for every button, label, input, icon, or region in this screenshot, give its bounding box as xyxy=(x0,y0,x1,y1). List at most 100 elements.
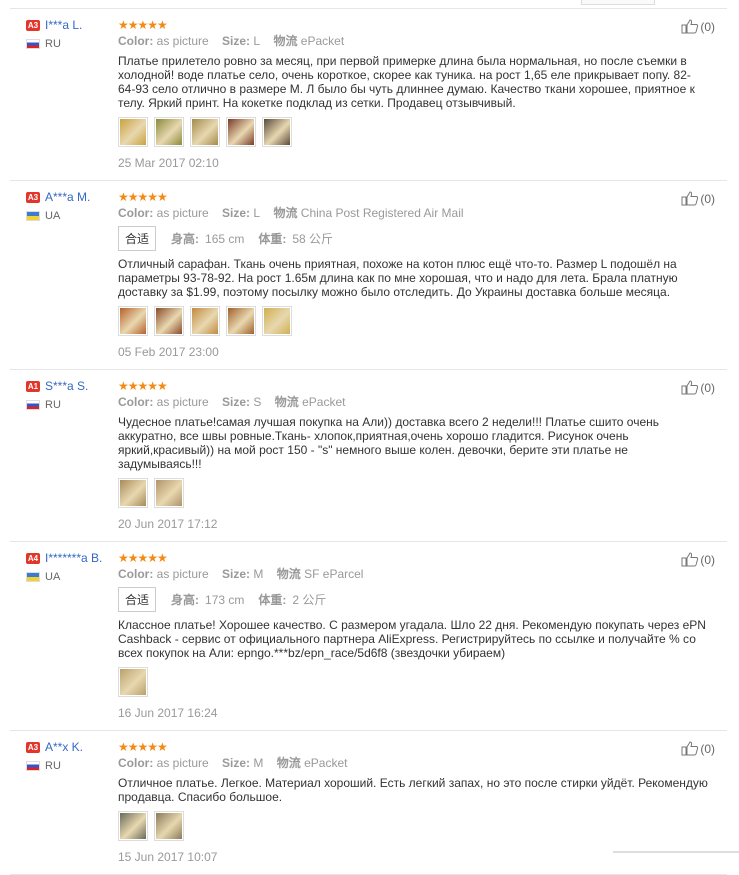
review-text: Отличное платье. Легкое. Материал хороши… xyxy=(118,776,708,804)
reviewer-name-link[interactable]: A**x K. xyxy=(45,741,83,754)
color-label: Color: xyxy=(118,206,154,220)
reviewer-info: A4 I*******a B. UA xyxy=(26,552,116,583)
review-item: A3 I***a L. RU ★★★★★ Color: as picture S… xyxy=(10,9,727,181)
color-label: Color: xyxy=(118,567,154,581)
reviewer-name-link[interactable]: I***a L. xyxy=(45,19,82,32)
review-item: A4 I*******a B. UA ★★★★★ Color: as pictu… xyxy=(10,542,727,731)
country-flag-icon xyxy=(26,572,40,582)
size-label: Size: xyxy=(222,206,251,220)
color-label: Color: xyxy=(118,395,154,409)
order-attributes: Color: as picture Size: M 物流 SF eParcel xyxy=(118,567,708,581)
height-value: 173 cm xyxy=(205,592,245,607)
size-label: Size: xyxy=(222,34,251,48)
helpful-count: (0) xyxy=(700,380,715,395)
size-value: M xyxy=(253,756,264,770)
review-photo-thumbnail[interactable] xyxy=(118,478,148,508)
reviewer-info: A3 A**x K. RU xyxy=(26,741,116,772)
shipping-method: China Post Registered Air Mail xyxy=(300,206,464,220)
country-code: UA xyxy=(45,210,61,222)
color-value: as picture xyxy=(156,395,209,409)
review-text: Отличный сарафан. Ткань очень приятная, … xyxy=(118,257,678,299)
star-rating: ★★★★★ xyxy=(118,18,168,32)
shipping-method: SF eParcel xyxy=(304,567,364,581)
helpful-button[interactable]: (0) xyxy=(681,380,715,395)
thumbs-up-icon xyxy=(681,741,699,756)
review-photo-thumbnail[interactable] xyxy=(262,117,292,147)
size-label: Size: xyxy=(222,756,251,770)
review-content: ★★★★★ Color: as picture Size: M 物流 SF eP… xyxy=(118,542,708,730)
shipping-method: ePacket xyxy=(300,34,345,48)
top-dropdown-stub[interactable] xyxy=(581,0,655,5)
fit-info: 合适 身高: 173 cm 体重: 2 公斤 xyxy=(118,587,708,612)
fit-info: 合适 身高: 165 cm 体重: 58 公斤 xyxy=(118,226,708,251)
helpful-button[interactable]: (0) xyxy=(681,191,715,206)
review-photos xyxy=(118,478,708,508)
thumbs-up-icon xyxy=(681,19,699,34)
shipping-method: ePacket xyxy=(302,395,346,409)
fit-badge: 合适 xyxy=(118,226,157,251)
review-photo-thumbnail[interactable] xyxy=(226,306,256,336)
weight-label: 体重: xyxy=(258,593,287,607)
review-date: 16 Jun 2017 16:24 xyxy=(118,706,218,720)
review-photo-thumbnail[interactable] xyxy=(154,117,184,147)
review-photo-thumbnail[interactable] xyxy=(190,306,220,336)
size-label: Size: xyxy=(222,395,251,409)
review-photo-thumbnail[interactable] xyxy=(154,811,184,841)
review-photo-thumbnail[interactable] xyxy=(154,306,184,336)
helpful-count: (0) xyxy=(700,552,715,567)
reviewer-info: A3 I***a L. RU xyxy=(26,19,116,50)
review-photos xyxy=(118,811,708,841)
star-rating: ★★★★★ xyxy=(118,190,168,204)
buyer-level-badge: A3 xyxy=(26,742,40,753)
reviewer-name-link[interactable]: S***a S. xyxy=(45,380,88,393)
color-value: as picture xyxy=(156,567,209,581)
review-content: ★★★★★ Color: as picture Size: S 物流 ePack… xyxy=(118,370,708,541)
review-text: Классное платье! Хорошее качество. С раз… xyxy=(118,618,706,660)
country-flag-icon xyxy=(26,211,40,221)
thumbs-up-icon xyxy=(681,191,699,206)
weight-value: 2 公斤 xyxy=(292,593,327,607)
buyer-level-badge: A3 xyxy=(26,20,40,31)
review-photo-thumbnail[interactable] xyxy=(118,117,148,147)
order-attributes: Color: as picture Size: M 物流 ePacket xyxy=(118,756,708,770)
review-photo-thumbnail[interactable] xyxy=(190,117,220,147)
height-value: 165 cm xyxy=(205,231,245,246)
fit-badge: 合适 xyxy=(118,587,157,612)
review-photo-thumbnail[interactable] xyxy=(154,478,184,508)
country-code: UA xyxy=(45,571,61,583)
reviewer-country: RU xyxy=(26,760,116,772)
review-item: A3 A**x K. RU ★★★★★ Color: as picture Si… xyxy=(10,731,727,875)
color-value: as picture xyxy=(156,756,209,770)
buyer-level-badge: A1 xyxy=(26,381,40,392)
buyer-level-badge: A4 xyxy=(26,553,40,564)
helpful-count: (0) xyxy=(700,191,715,206)
size-value: L xyxy=(253,206,261,220)
color-value: as picture xyxy=(156,206,209,220)
review-photo-thumbnail[interactable] xyxy=(262,306,292,336)
shipping-method: ePacket xyxy=(304,756,348,770)
reviewer-name-link[interactable]: I*******a B. xyxy=(45,552,102,565)
review-photo-thumbnail[interactable] xyxy=(226,117,256,147)
helpful-button[interactable]: (0) xyxy=(681,741,715,756)
review-date: 20 Jun 2017 17:12 xyxy=(118,517,218,531)
review-content: ★★★★★ Color: as picture Size: L 物流 China… xyxy=(118,181,708,369)
review-item: A1 S***a S. RU ★★★★★ Color: as picture S… xyxy=(10,370,727,542)
review-text: Платье прилетело ровно за месяц, при пер… xyxy=(118,54,695,110)
color-value: as picture xyxy=(156,34,209,48)
country-flag-icon xyxy=(26,761,40,771)
helpful-count: (0) xyxy=(700,19,715,34)
reviewer-name-link[interactable]: A***a M. xyxy=(45,191,90,204)
helpful-button[interactable]: (0) xyxy=(681,552,715,567)
thumbs-up-icon xyxy=(681,552,699,567)
size-label: Size: xyxy=(222,567,251,581)
review-list: A3 I***a L. RU ★★★★★ Color: as picture S… xyxy=(0,9,739,875)
review-photo-thumbnail[interactable] xyxy=(118,811,148,841)
order-attributes: Color: as picture Size: L 物流 China Post … xyxy=(118,206,708,220)
review-photo-thumbnail[interactable] xyxy=(118,667,148,697)
review-photo-thumbnail[interactable] xyxy=(118,306,148,336)
size-value: S xyxy=(253,395,262,409)
reviewer-country: RU xyxy=(26,38,116,50)
helpful-button[interactable]: (0) xyxy=(681,19,715,34)
height-label: 身高: xyxy=(171,593,200,607)
logistics-label: 物流 xyxy=(273,206,298,220)
